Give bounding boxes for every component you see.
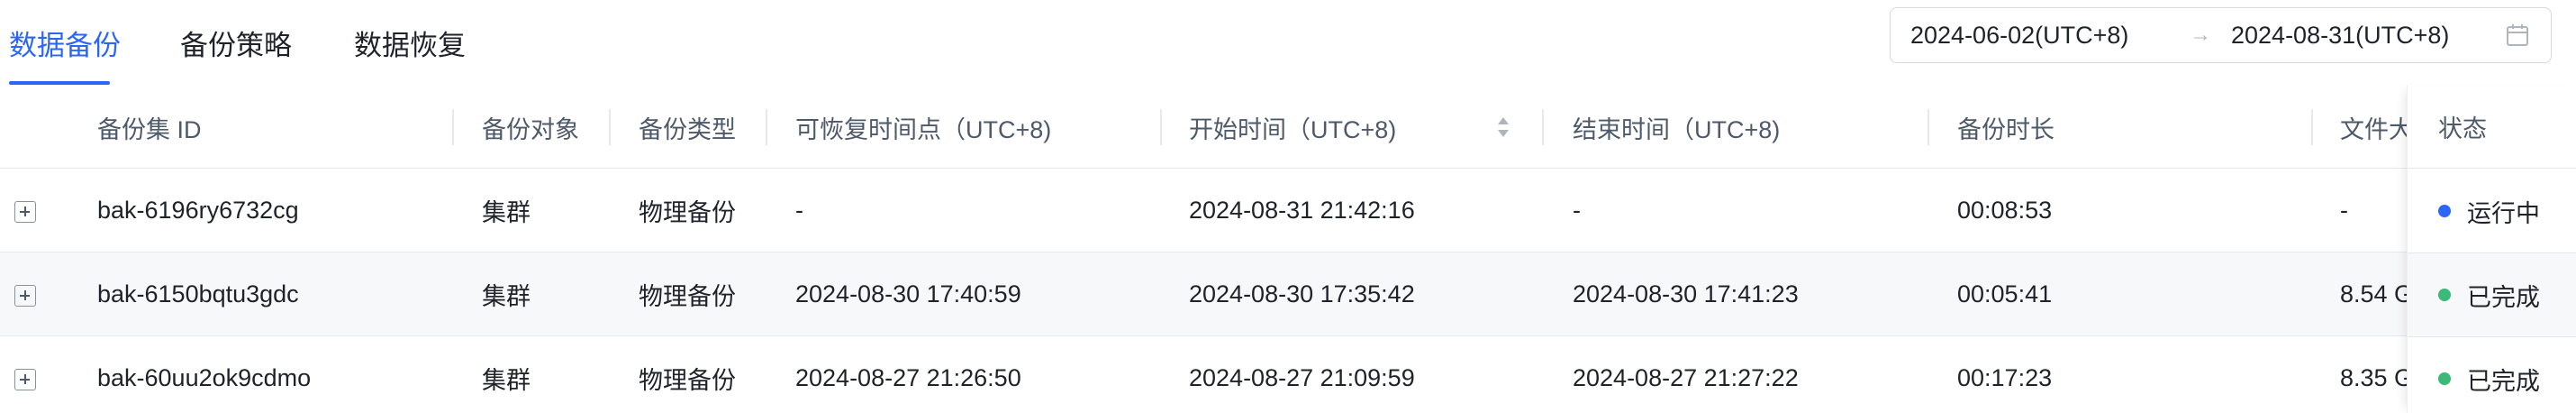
cell-type: 物理备份 (639, 199, 736, 226)
cell-status: 已完成 (2408, 253, 2576, 337)
table-row[interactable]: bak-60uu2ok9cdmo 集群 物理备份 2024-08-27 21:2… (0, 336, 2576, 413)
cell-backup-id: bak-60uu2ok9cdmo (97, 364, 312, 391)
cell-duration: 00:08:53 (1957, 197, 2053, 224)
column-divider[interactable] (2311, 109, 2313, 145)
header-target: 备份对象 (482, 115, 579, 143)
cell-target: 集群 (482, 199, 531, 226)
status-label: 已完成 (2467, 283, 2540, 311)
calendar-icon[interactable] (2505, 23, 2530, 48)
cell-end-time: - (1573, 197, 1581, 224)
table-row[interactable]: bak-6196ry6732cg 集群 物理备份 - 2024-08-31 21… (0, 169, 2576, 252)
cell-status: 运行中 (2408, 170, 2576, 253)
expand-row-icon[interactable] (14, 285, 36, 307)
header-file-size: 文件大 (2340, 115, 2408, 143)
cell-end-time: 2024-08-27 21:27:22 (1573, 364, 1799, 391)
cell-start-time: 2024-08-27 21:09:59 (1189, 364, 1415, 391)
status-column: 状态 运行中 已完成 已完成 (2407, 86, 2576, 413)
cell-file-size: 8.35 G (2340, 364, 2408, 391)
cell-backup-id: bak-6196ry6732cg (97, 197, 299, 224)
cell-restore-point: 2024-08-30 17:40:59 (795, 280, 1021, 307)
date-start-input[interactable]: 2024-06-02(UTC+8) (1910, 22, 2128, 50)
cell-start-time: 2024-08-30 17:35:42 (1189, 280, 1415, 307)
cell-target: 集群 (482, 367, 531, 394)
date-range-arrow-icon: → (2190, 23, 2211, 47)
active-tab-indicator (9, 81, 110, 85)
cell-file-size: 8.54 G (2340, 280, 2408, 307)
column-divider[interactable] (452, 109, 454, 145)
header-backup-id: 备份集 ID (97, 115, 202, 143)
cell-duration: 00:17:23 (1957, 364, 2053, 391)
tab-data-backup[interactable]: 数据备份 (9, 0, 121, 85)
header-end-time: 结束时间（UTC+8) (1573, 115, 1781, 143)
cell-target: 集群 (482, 283, 531, 310)
column-divider[interactable] (1542, 109, 1544, 145)
date-end-input[interactable]: 2024-08-31(UTC+8) (2231, 22, 2449, 50)
cell-end-time: 2024-08-30 17:41:23 (1573, 280, 1799, 307)
cell-file-size: - (2340, 197, 2348, 224)
cell-status: 已完成 (2408, 337, 2576, 413)
tab-backup-policy[interactable]: 备份策略 (180, 0, 292, 85)
header-type: 备份类型 (639, 115, 736, 143)
column-divider[interactable] (1160, 109, 1162, 145)
column-divider[interactable] (1927, 109, 1929, 145)
status-completed-dot-icon (2438, 289, 2451, 301)
status-label: 已完成 (2467, 367, 2540, 395)
table-header: 备份集 ID 备份对象 备份类型 可恢复时间点（UTC+8) 开始时间（UTC+… (0, 86, 2576, 169)
expand-row-icon[interactable] (14, 369, 36, 390)
status-label: 运行中 (2467, 199, 2540, 227)
backup-page: 数据备份 备份策略 数据恢复 2024-06-02(UTC+8) → 2024-… (0, 0, 2576, 413)
table-row[interactable]: bak-6150bqtu3gdc 集群 物理备份 2024-08-30 17:4… (0, 252, 2576, 336)
header-restore-point: 可恢复时间点（UTC+8) (795, 115, 1052, 143)
header-start-time[interactable]: 开始时间（UTC+8) (1189, 86, 1396, 169)
header-duration: 备份时长 (1957, 115, 2054, 143)
header-status: 状态 (2408, 86, 2576, 169)
cell-type: 物理备份 (639, 367, 736, 394)
cell-duration: 00:05:41 (1957, 280, 2053, 307)
sort-icon[interactable] (1495, 114, 1511, 141)
cell-restore-point: - (795, 197, 803, 224)
tab-data-restore[interactable]: 数据恢复 (354, 0, 466, 85)
cell-restore-point: 2024-08-27 21:26:50 (795, 364, 1021, 391)
expand-row-icon[interactable] (14, 201, 36, 223)
column-divider[interactable] (766, 109, 767, 145)
cell-start-time: 2024-08-31 21:42:16 (1189, 197, 1415, 224)
cell-backup-id: bak-6150bqtu3gdc (97, 280, 299, 307)
backup-table: 备份集 ID 备份对象 备份类型 可恢复时间点（UTC+8) 开始时间（UTC+… (0, 86, 2576, 413)
date-range-picker[interactable]: 2024-06-02(UTC+8) → 2024-08-31(UTC+8) (1890, 7, 2552, 63)
column-divider[interactable] (609, 109, 611, 145)
status-completed-dot-icon (2438, 372, 2451, 385)
status-running-dot-icon (2438, 205, 2451, 217)
cell-type: 物理备份 (639, 283, 736, 310)
